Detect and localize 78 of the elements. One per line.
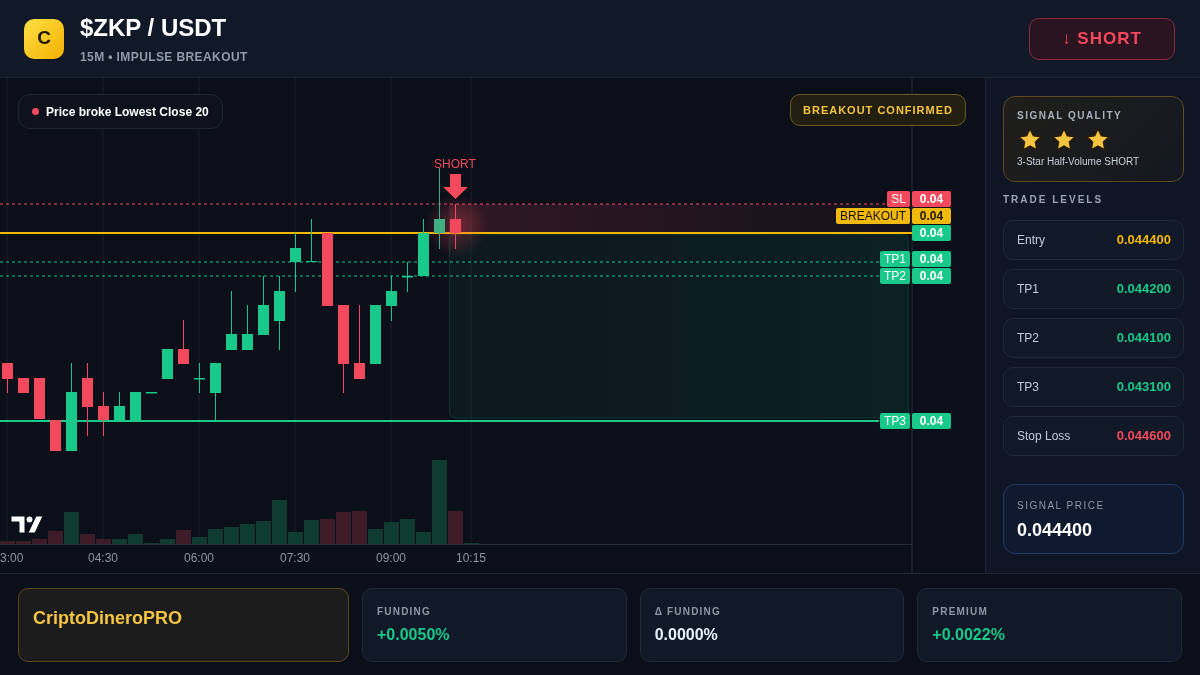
- metric-label: Δ FUNDING: [654, 606, 722, 618]
- candlestick: [242, 304, 253, 351]
- candlestick: [258, 275, 269, 336]
- time-axis-label: 06:00: [184, 551, 214, 565]
- marker-label: SHORT: [434, 158, 476, 171]
- level-value: 0.043100: [1116, 378, 1171, 397]
- price-label: 0.04: [912, 191, 951, 207]
- candlestick: [306, 218, 317, 263]
- time-axis-label: 10:15: [456, 551, 486, 565]
- level-value: 0.044600: [1116, 427, 1171, 446]
- star-icon: [1051, 127, 1077, 153]
- volume-bar: [240, 524, 255, 544]
- down-arrow-icon: [443, 174, 468, 199]
- level-value: 0.044400: [1116, 231, 1171, 250]
- candlestick: [18, 378, 29, 393]
- price-tag: SL: [887, 191, 910, 207]
- time-axis-label: 04:30: [88, 551, 118, 565]
- candlestick: [418, 218, 429, 277]
- candlestick: [50, 420, 61, 451]
- pair-title: $ZKP / USDT: [80, 13, 228, 42]
- price-label: 0.04: [912, 268, 951, 284]
- status-dot-icon: [32, 108, 39, 115]
- price-tag: BREAKOUT: [836, 208, 910, 224]
- strategy-subtitle: 15M • IMPULSE BREAKOUT: [80, 49, 248, 64]
- volume-bar: [336, 512, 351, 544]
- price-tag: TP2: [880, 268, 910, 284]
- section-title: TRADE LEVELS: [1003, 194, 1105, 206]
- level-value: 0.044100: [1116, 329, 1171, 348]
- metric-value: +0.0022%: [932, 625, 1006, 645]
- chart-logo-icon: [10, 515, 44, 534]
- metric-value: 0.0000%: [654, 625, 719, 645]
- time-axis-label: 09:00: [376, 551, 406, 565]
- candlestick: [226, 290, 237, 351]
- star-icon: [1085, 127, 1111, 153]
- price-label: 0.04: [912, 208, 951, 224]
- quality-caption: 3-Star Half-Volume SHORT: [1017, 156, 1141, 168]
- candlestick: [114, 391, 125, 421]
- candlestick: [450, 203, 461, 250]
- card-title: SIGNAL PRICE: [1017, 500, 1106, 512]
- price-label: 0.04: [912, 413, 951, 429]
- time-axis-label: 07:30: [280, 551, 310, 565]
- short-signal-button[interactable]: ↓ SHORT: [1029, 17, 1175, 60]
- level-value: 0.044200: [1116, 280, 1171, 299]
- price-label: 0.04: [912, 225, 951, 241]
- price-tag: TP3: [880, 413, 910, 429]
- card-title: SIGNAL QUALITY: [1017, 110, 1124, 122]
- metric-label: FUNDING: [377, 606, 432, 618]
- candlestick: [98, 391, 109, 437]
- metric-value: +0.0050%: [377, 625, 451, 645]
- level-label: TP2: [1017, 330, 1039, 347]
- candlestick: [34, 378, 45, 419]
- level-label: TP1: [1017, 281, 1039, 298]
- breakout-confirmed-badge: BREAKOUT CONFIRMED: [790, 94, 966, 126]
- level-label: Entry: [1017, 232, 1045, 249]
- candlestick: [194, 362, 205, 394]
- signal-price-value: 0.044400: [1017, 519, 1094, 541]
- candlestick: [178, 319, 189, 365]
- star-icon: [1017, 127, 1043, 153]
- candlestick: [290, 232, 301, 293]
- candlestick: [2, 362, 13, 394]
- candlestick: [162, 349, 173, 379]
- level-label: Stop Loss: [1017, 428, 1071, 445]
- candlestick: [402, 261, 413, 293]
- metric-label: PREMIUM: [932, 606, 989, 618]
- candlestick: [386, 275, 397, 322]
- price-tag: TP1: [880, 251, 910, 267]
- legend-text: Price broke Lowest Close 20: [46, 103, 209, 121]
- candlestick: [146, 392, 157, 394]
- volume-bar: [224, 527, 239, 544]
- candlestick: [130, 392, 141, 420]
- candlestick: [370, 305, 381, 364]
- candlestick: [210, 362, 221, 421]
- brand-card: CriptoDineroPRO: [18, 588, 349, 662]
- price-label: 0.04: [912, 251, 951, 267]
- volume-bar: [320, 519, 335, 544]
- logo-tile: C: [24, 18, 64, 59]
- level-label: TP3: [1017, 379, 1039, 396]
- time-axis-label: 3:00: [0, 551, 24, 565]
